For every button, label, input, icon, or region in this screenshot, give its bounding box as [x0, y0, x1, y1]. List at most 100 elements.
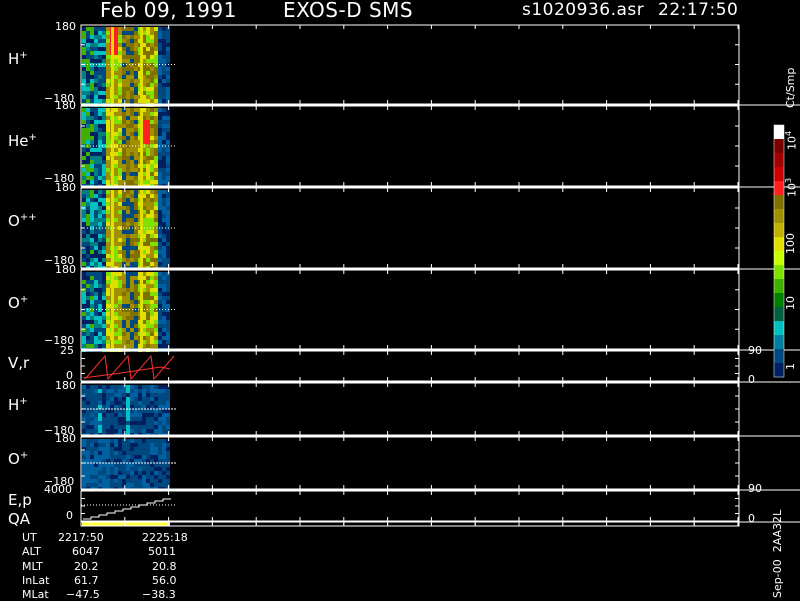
spectrogram-cell [110, 417, 114, 421]
spectrogram-cell [102, 304, 106, 308]
spectrogram-cell [162, 172, 166, 176]
spectrogram-cell [110, 397, 114, 401]
spectrogram-cell [94, 67, 98, 71]
spectrogram-cell [82, 413, 86, 417]
spectrogram-cell [122, 451, 126, 455]
spectrogram-cell [122, 230, 126, 234]
spectrogram-cell [158, 99, 162, 103]
spectrogram-cell [158, 471, 162, 475]
spectrogram-cell [118, 99, 122, 103]
spectrogram-cell [82, 168, 86, 172]
spectrogram-cell [158, 393, 162, 397]
spectrogram-cell [82, 409, 86, 413]
spectrogram-cell [166, 262, 170, 266]
spectrogram-cell [106, 156, 110, 160]
spectrogram-cell [158, 284, 162, 288]
spectrogram-cell [94, 316, 98, 320]
spectrogram-cell [154, 136, 158, 140]
spectrogram-cell [158, 467, 162, 471]
spectrogram-cell [114, 140, 118, 144]
spectrogram-cell [98, 284, 102, 288]
spectrogram-cell [82, 324, 86, 328]
spectrogram-cell [122, 39, 126, 43]
spectrogram-cell [94, 27, 98, 31]
spectrogram-cell [94, 254, 98, 258]
spectrogram-cell [154, 172, 158, 176]
spectrogram-cell [150, 288, 154, 292]
spectrogram-cell [114, 463, 118, 467]
spectrogram-cell [82, 128, 86, 132]
spectrogram-cell [82, 55, 86, 59]
colorbar-swatch [774, 279, 784, 294]
spectrogram-cell [98, 148, 102, 152]
spectrogram-cell [98, 210, 102, 214]
spectrogram-cell [134, 405, 138, 409]
spectrogram-cell [106, 254, 110, 258]
spectrogram-cell [134, 230, 138, 234]
spectrogram-cell [102, 176, 106, 180]
spectrogram-cell [150, 320, 154, 324]
spectrogram-cell [146, 79, 150, 83]
spectrogram-cell [94, 324, 98, 328]
spectrogram-cell [126, 168, 130, 172]
spectrogram-cell [158, 405, 162, 409]
spectrogram-cell [162, 483, 166, 487]
spectrogram-cell [166, 116, 170, 120]
spectrogram-cell [94, 425, 98, 429]
spectrogram-cell [98, 51, 102, 55]
spectrogram-cell [94, 439, 98, 443]
spectrogram-cell [126, 296, 130, 300]
spectrogram-cell [106, 242, 110, 246]
spectrogram-cell [118, 316, 122, 320]
spectrogram-cell [162, 164, 166, 168]
spectrogram-cell [122, 280, 126, 284]
spectrogram-cell [118, 202, 122, 206]
spectrogram-cell [90, 59, 94, 63]
spectrogram-cell [154, 218, 158, 222]
spectrogram-cell [130, 99, 134, 103]
spectrogram-cell [162, 67, 166, 71]
spectrogram-cell [158, 234, 162, 238]
spectrogram-cell [122, 242, 126, 246]
spectrogram-cell [158, 483, 162, 487]
spectrogram-cell [162, 304, 166, 308]
spectrogram-cell [122, 292, 126, 296]
spectrogram-cell [146, 475, 150, 479]
spectrogram-cell [94, 479, 98, 483]
colorbar-swatch [774, 181, 784, 196]
spectrogram-cell [90, 439, 94, 443]
spectrogram-cell [114, 328, 118, 332]
spectrogram-cell [162, 475, 166, 479]
spectrogram-cell [122, 272, 126, 276]
spectrogram-cell [162, 148, 166, 152]
spectrogram-cell [146, 234, 150, 238]
spectrogram-cell [162, 31, 166, 35]
spectrogram-cell [130, 112, 134, 116]
spectrogram-cell [162, 417, 166, 421]
spectrogram-cell [134, 316, 138, 320]
spectrogram-cell [158, 180, 162, 184]
spectrogram-cell [86, 140, 90, 144]
spectrogram-cell [90, 83, 94, 87]
spectrogram-cell [122, 51, 126, 55]
spectrogram-cell [98, 234, 102, 238]
spectrogram-cell [82, 276, 86, 280]
spectrogram-cell [146, 451, 150, 455]
spectrogram-cell [106, 479, 110, 483]
spectrogram-cell [118, 250, 122, 254]
spectrogram-cell [90, 443, 94, 447]
spectrogram-cell [102, 83, 106, 87]
spectrogram-cell [166, 75, 170, 79]
spectrogram-cell [82, 417, 86, 421]
spectrogram-cell [166, 393, 170, 397]
spectrogram-cell [150, 250, 154, 254]
spectrogram-cell [114, 148, 118, 152]
spectrogram-cell [154, 254, 158, 258]
spectrogram-cell [98, 447, 102, 451]
spectrogram-cell [98, 250, 102, 254]
spectrogram-cell [98, 214, 102, 218]
spectrogram-cell [134, 202, 138, 206]
spectrogram-cell [94, 397, 98, 401]
spectrogram-cell [166, 397, 170, 401]
spectrogram-cell [134, 99, 138, 103]
